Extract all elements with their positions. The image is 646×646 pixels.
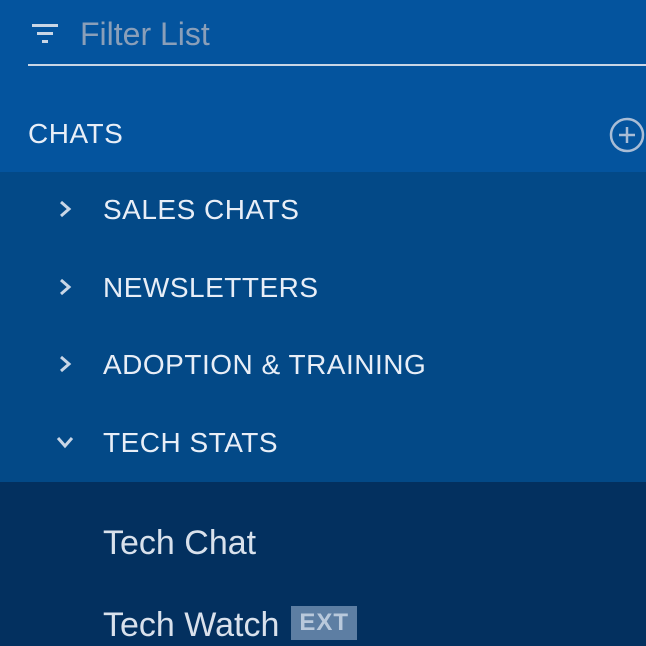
group-label: ADOPTION & TRAINING [103,349,427,380]
channel-tech-chat[interactable]: Tech Chat [0,504,646,584]
channel-label: Tech Watch [103,606,280,644]
filter-bar [0,0,646,100]
plus-circle-icon[interactable] [608,116,646,154]
tech-stats-channels: Tech Chat Tech Watch EXT [0,482,646,646]
chevron-right-icon [60,278,72,296]
group-label: SALES CHATS [103,194,300,225]
filter-icon [32,24,58,43]
channel-label: Tech Chat [103,524,257,562]
chats-section-header: CHATS [0,100,646,172]
chats-section-title: CHATS [28,118,124,149]
filter-list-input[interactable] [80,10,620,58]
channel-tech-watch[interactable]: Tech Watch EXT [0,586,646,646]
group-adoption-training[interactable]: ADOPTION & TRAINING [0,327,646,403]
group-sales-chats[interactable]: SALES CHATS [0,172,646,248]
filter-underline [28,64,646,66]
group-tech-stats[interactable]: TECH STATS [0,405,646,481]
channel-label-wrap: Tech Watch EXT [103,606,358,645]
external-badge: EXT [291,606,358,640]
group-label: NEWSLETTERS [103,272,319,303]
chat-groups-list: SALES CHATS NEWSLETTERS ADOPTION & TRAIN… [0,172,646,482]
chat-sidebar: CHATS SALES CHATS NEWSLETTERS ADOPTION &… [0,0,646,646]
group-newsletters[interactable]: NEWSLETTERS [0,250,646,326]
chevron-down-icon [56,437,74,449]
chevron-right-icon [60,200,72,218]
chevron-right-icon [60,355,72,373]
group-label: TECH STATS [103,427,279,458]
